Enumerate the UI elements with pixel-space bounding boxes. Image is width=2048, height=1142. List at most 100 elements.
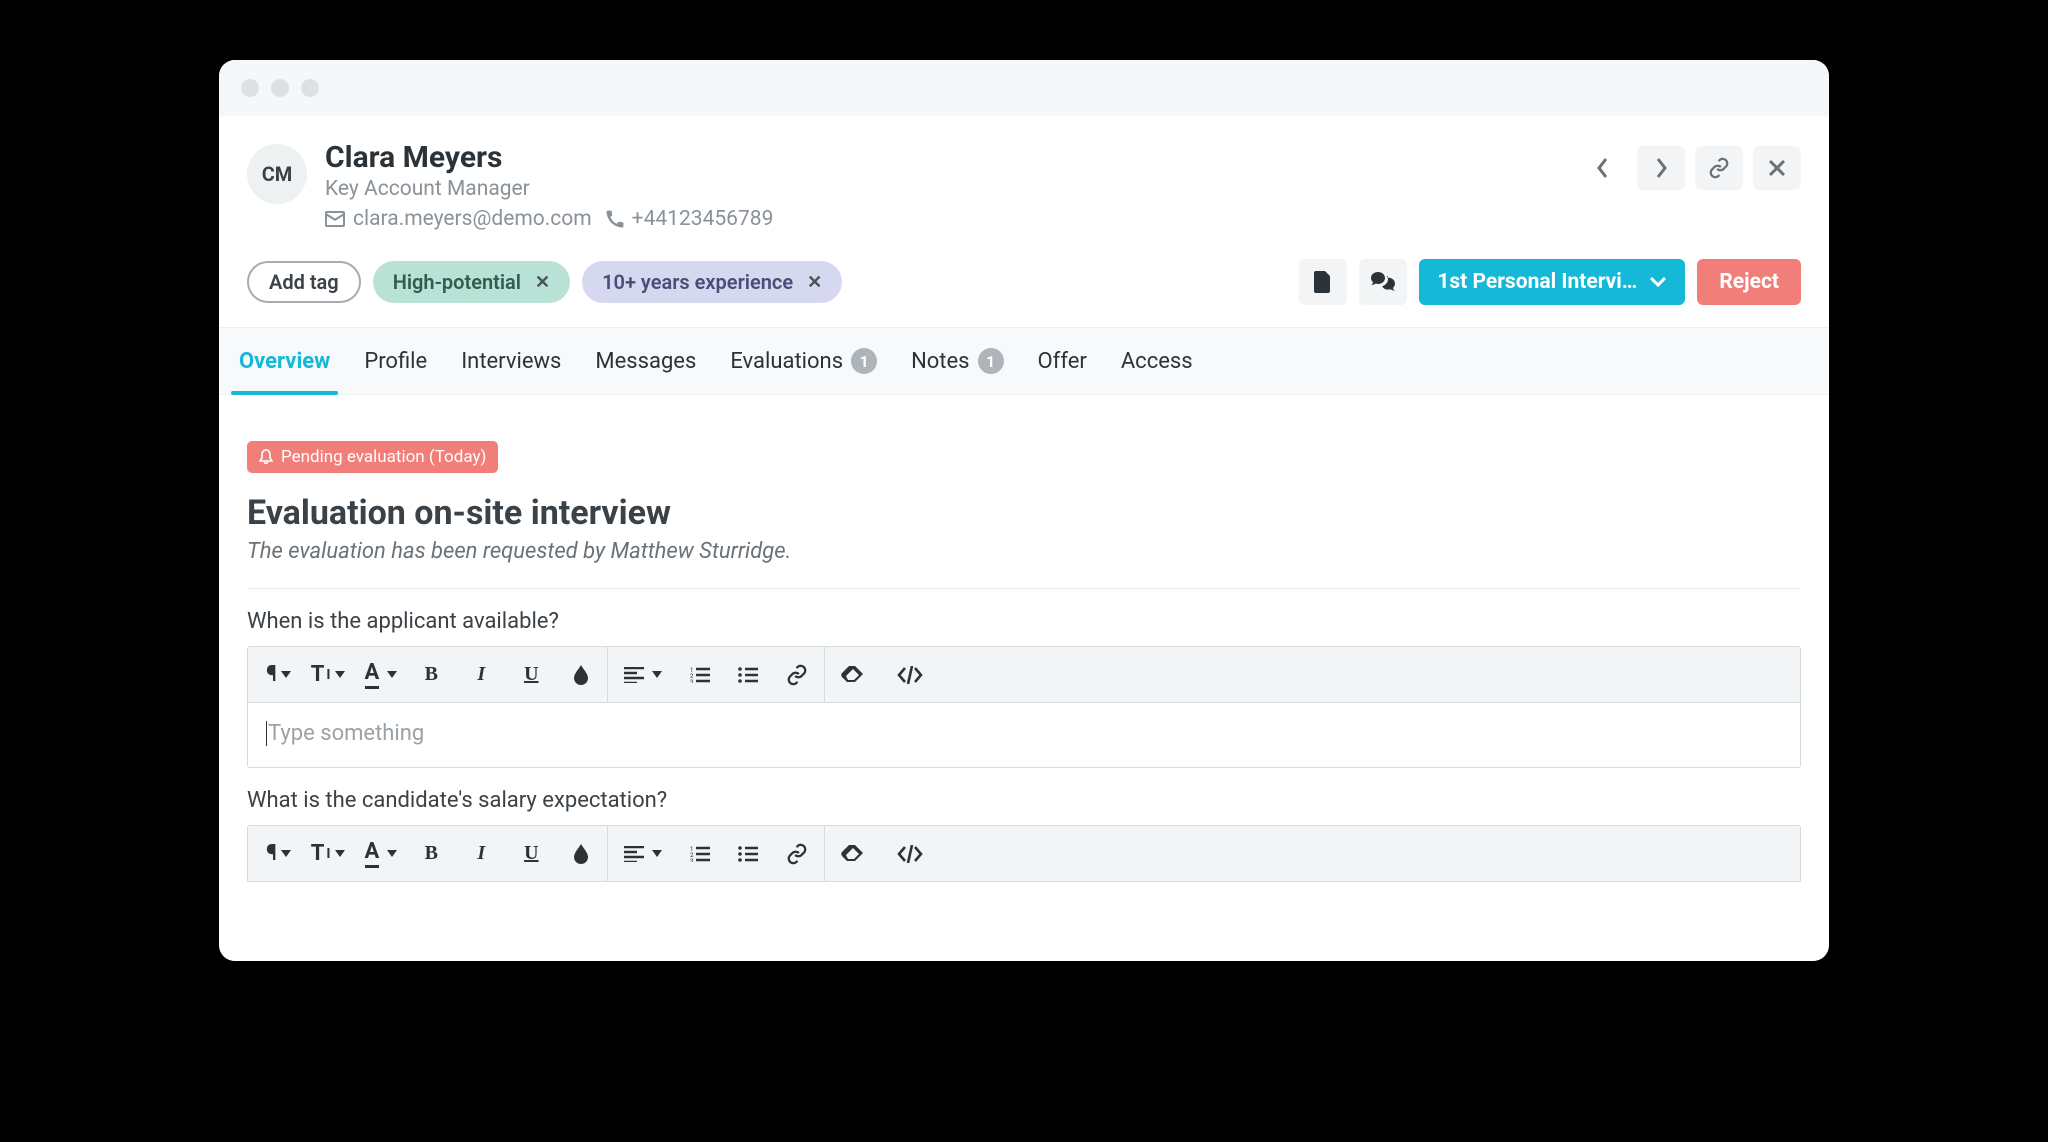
link-icon <box>786 664 808 686</box>
document-button[interactable] <box>1299 259 1347 305</box>
traffic-light-minimize[interactable] <box>271 79 289 97</box>
tab-offer[interactable]: Offer <box>1038 328 1087 394</box>
caret-down-icon <box>387 850 397 858</box>
ordered-list-icon: 123 <box>690 846 710 862</box>
editor-toolbar: ¶ TI A B I U 123 <box>248 647 1800 703</box>
ordered-list-button[interactable]: 123 <box>680 834 720 874</box>
bold-button[interactable]: B <box>411 834 451 874</box>
caret-down-icon <box>281 850 291 858</box>
link-icon <box>1708 157 1730 179</box>
underline-button[interactable]: U <box>511 834 551 874</box>
code-view-button[interactable] <box>887 834 933 874</box>
ink-drop-button[interactable] <box>561 655 601 695</box>
badge: 1 <box>851 348 877 374</box>
code-icon <box>897 845 923 863</box>
unordered-list-button[interactable] <box>728 655 768 695</box>
link-button[interactable] <box>776 655 818 695</box>
candidate-phone[interactable]: +44123456789 <box>606 207 774 231</box>
traffic-light-close[interactable] <box>241 79 259 97</box>
candidate-role: Key Account Manager <box>325 177 1561 201</box>
tab-access[interactable]: Access <box>1121 328 1193 394</box>
prev-candidate-button[interactable] <box>1579 146 1627 190</box>
code-view-button[interactable] <box>887 655 933 695</box>
caret-down-icon <box>281 671 291 679</box>
ordered-list-button[interactable]: 123 <box>680 655 720 695</box>
font-color-button[interactable]: A <box>355 655 408 695</box>
window-titlebar <box>219 60 1829 116</box>
app-window: CM Clara Meyers Key Account Manager clar… <box>219 60 1829 961</box>
eraser-icon <box>841 666 863 684</box>
eraser-button[interactable] <box>831 834 873 874</box>
font-color-button[interactable]: A <box>355 834 408 874</box>
tab-interviews[interactable]: Interviews <box>461 328 561 394</box>
align-left-icon <box>624 846 644 862</box>
paragraph-format-button[interactable]: ¶ <box>256 655 301 695</box>
question-2-prompt: What is the candidate's salary expectati… <box>247 788 1801 813</box>
link-button[interactable] <box>776 834 818 874</box>
phone-icon <box>606 210 624 228</box>
unordered-list-icon <box>738 846 758 862</box>
placeholder-text: Type something <box>266 721 424 746</box>
italic-button[interactable]: I <box>461 834 501 874</box>
tabs: Overview Profile Interviews Messages Eva… <box>219 327 1829 395</box>
evaluation-subtitle: The evaluation has been requested by Mat… <box>247 539 1801 564</box>
drop-icon <box>573 665 589 685</box>
next-candidate-button[interactable] <box>1637 146 1685 190</box>
ordered-list-icon: 123 <box>690 667 710 683</box>
underline-button[interactable]: U <box>511 655 551 695</box>
tag-experience[interactable]: 10+ years experience ✕ <box>582 261 842 303</box>
candidate-phone-text: +44123456789 <box>632 207 774 231</box>
eraser-button[interactable] <box>831 655 873 695</box>
divider <box>247 588 1801 589</box>
ink-drop-button[interactable] <box>561 834 601 874</box>
envelope-icon <box>325 211 345 227</box>
tag-high-potential[interactable]: High-potential ✕ <box>373 261 570 303</box>
comment-button[interactable] <box>1359 259 1407 305</box>
comments-icon <box>1371 272 1395 292</box>
tab-overview[interactable]: Overview <box>239 328 330 394</box>
stage-label: 1st Personal Intervi… <box>1437 270 1637 294</box>
text-size-button[interactable]: TI <box>301 655 355 695</box>
pending-evaluation-alert[interactable]: Pending evaluation (Today) <box>247 441 498 473</box>
add-tag-button[interactable]: Add tag <box>247 261 361 303</box>
copy-link-button[interactable] <box>1695 146 1743 190</box>
candidate-email[interactable]: clara.meyers@demo.com <box>325 207 592 231</box>
remove-tag-icon[interactable]: ✕ <box>807 272 822 293</box>
stage-dropdown[interactable]: 1st Personal Intervi… <box>1419 259 1685 305</box>
tag-label: High-potential <box>393 270 521 294</box>
chevron-right-icon <box>1654 157 1668 179</box>
tab-profile[interactable]: Profile <box>364 328 427 394</box>
tab-messages[interactable]: Messages <box>595 328 696 394</box>
alert-text: Pending evaluation (Today) <box>281 447 486 467</box>
bold-button[interactable]: B <box>411 655 451 695</box>
unordered-list-icon <box>738 667 758 683</box>
align-button[interactable] <box>614 655 672 695</box>
candidate-name: Clara Meyers <box>325 140 1561 175</box>
traffic-light-zoom[interactable] <box>301 79 319 97</box>
document-icon <box>1314 271 1332 293</box>
editor-toolbar: ¶ TI A B I U 123 <box>248 826 1800 882</box>
align-button[interactable] <box>614 834 672 874</box>
chevron-down-icon <box>1649 276 1667 288</box>
text-size-button[interactable]: TI <box>301 834 355 874</box>
editor-textarea[interactable]: Type something <box>248 703 1800 767</box>
remove-tag-icon[interactable]: ✕ <box>535 272 550 293</box>
tab-notes[interactable]: Notes1 <box>911 328 1003 394</box>
question-1-prompt: When is the applicant available? <box>247 609 1801 634</box>
editor-2: ¶ TI A B I U 123 <box>247 825 1801 882</box>
reject-button[interactable]: Reject <box>1697 259 1801 305</box>
svg-text:3: 3 <box>690 679 693 683</box>
italic-button[interactable]: I <box>461 655 501 695</box>
paragraph-format-button[interactable]: ¶ <box>256 834 301 874</box>
eraser-icon <box>841 845 863 863</box>
link-icon <box>786 843 808 865</box>
caret-down-icon <box>387 671 397 679</box>
caret-down-icon <box>335 671 345 679</box>
svg-text:3: 3 <box>690 858 693 862</box>
tab-evaluations[interactable]: Evaluations1 <box>730 328 877 394</box>
chevron-left-icon <box>1596 157 1610 179</box>
tag-label: 10+ years experience <box>602 270 793 294</box>
unordered-list-button[interactable] <box>728 834 768 874</box>
close-button[interactable] <box>1753 146 1801 190</box>
caret-down-icon <box>652 671 662 679</box>
